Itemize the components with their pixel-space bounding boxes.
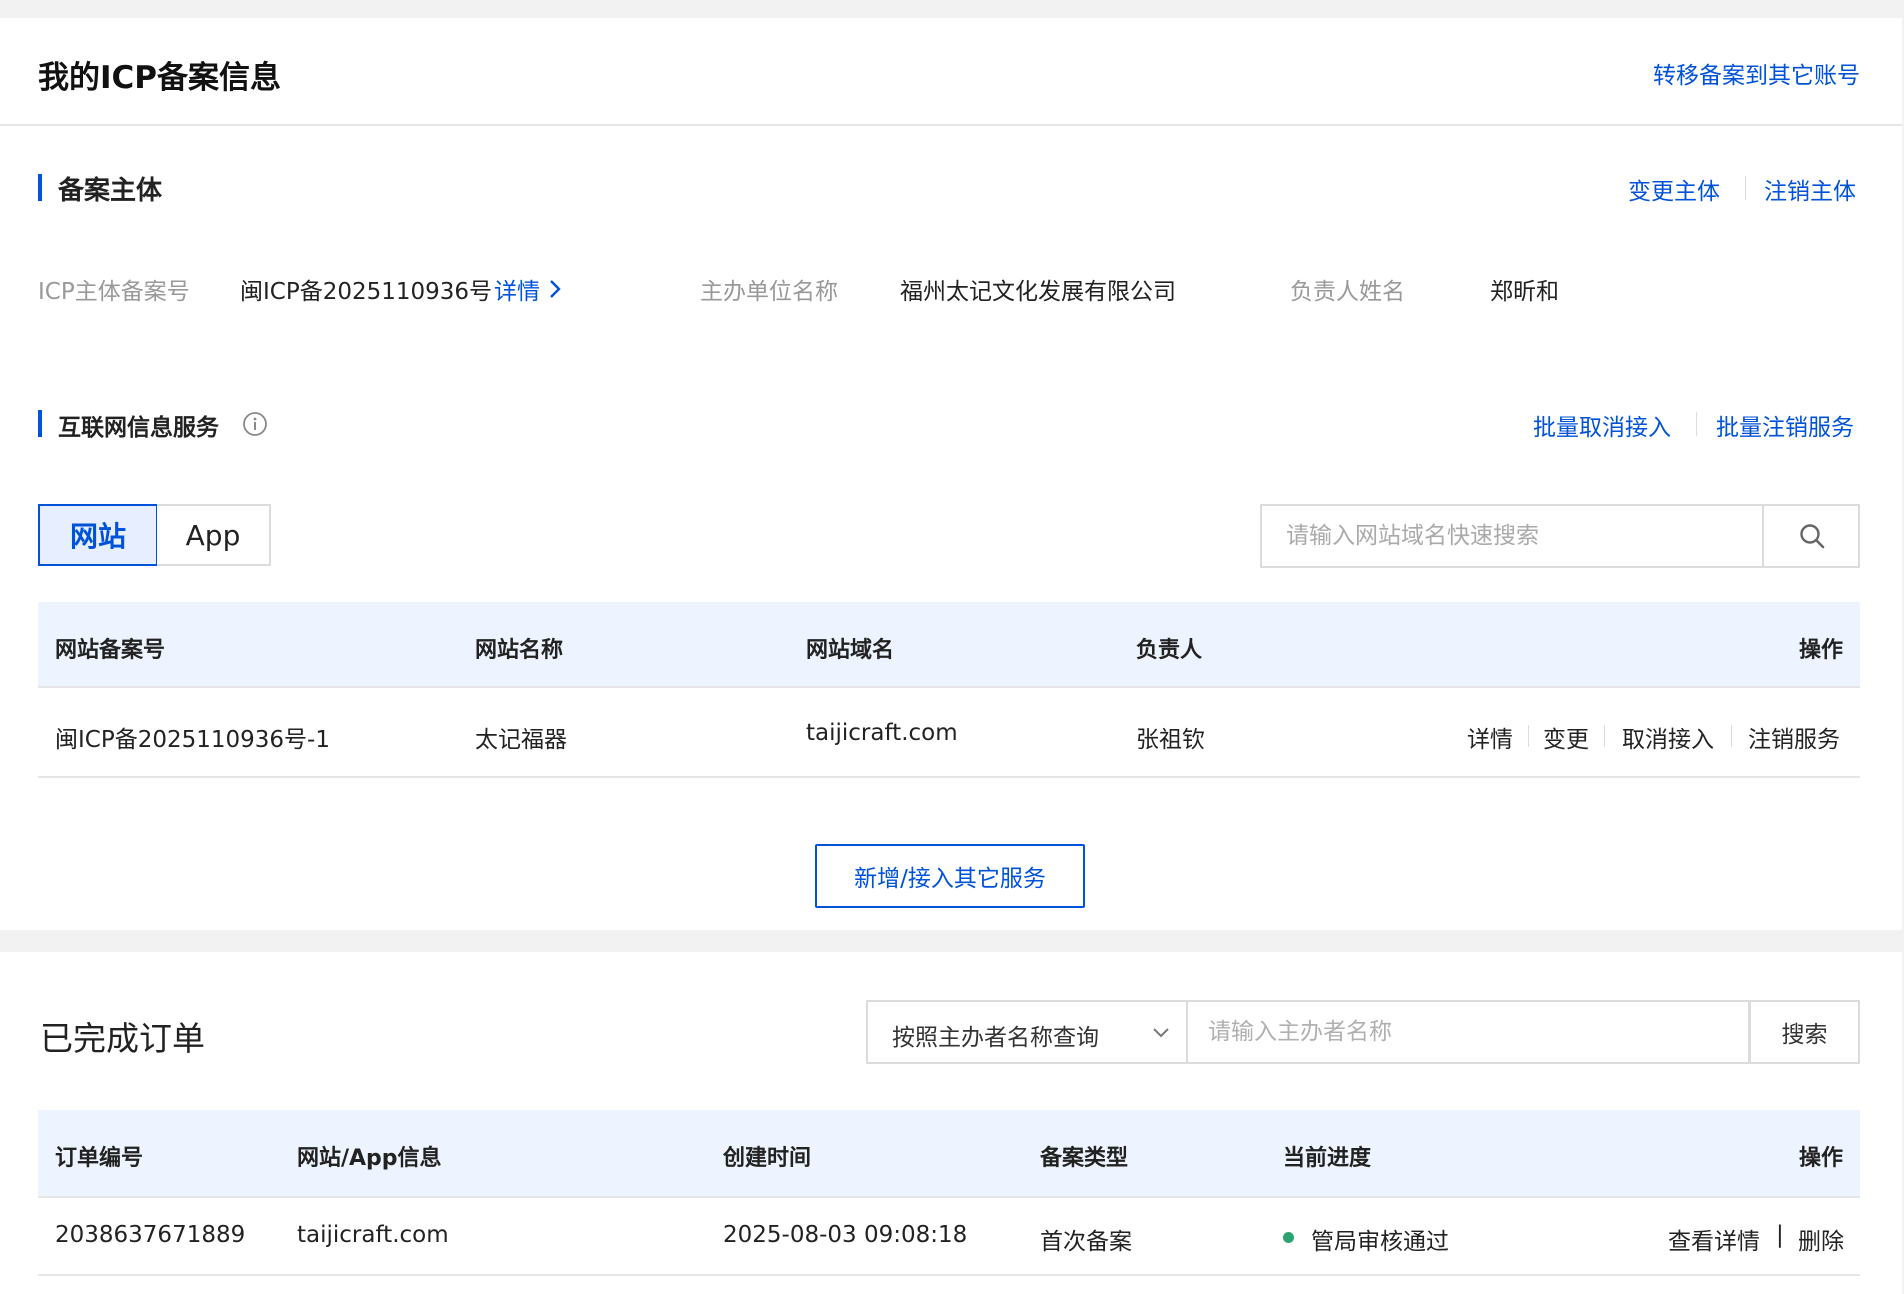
row-view-detail-link[interactable]: 查看详情 xyxy=(1668,1222,1760,1256)
header-divider xyxy=(0,124,1902,126)
op-separator xyxy=(1528,725,1529,747)
tab-app[interactable]: App xyxy=(157,504,271,566)
org-name-label: 主办单位名称 xyxy=(700,279,838,305)
domain-search-box xyxy=(1260,504,1860,568)
chevron-right-icon xyxy=(550,280,561,298)
op-separator xyxy=(1731,725,1732,747)
organizer-name-input[interactable] xyxy=(1186,1002,1748,1062)
table-divider xyxy=(38,1196,1860,1198)
th-order-ops: 操作 xyxy=(1798,1146,1843,1171)
order-filter-select[interactable]: 按照主办者名称查询 xyxy=(866,1000,1188,1064)
row-order-no: 2038637671889 xyxy=(55,1222,246,1248)
domain-search-button[interactable] xyxy=(1762,506,1860,566)
add-service-button[interactable]: 新增/接入其它服务 xyxy=(815,844,1085,908)
row-change-link[interactable]: 变更 xyxy=(1543,720,1589,754)
op-separator xyxy=(1604,725,1605,747)
batch-unlink-link[interactable]: 批量取消接入 xyxy=(1533,408,1671,442)
th-domain: 网站域名 xyxy=(806,638,895,663)
internet-service-title: 互联网信息服务 xyxy=(58,415,219,441)
th-created-time: 创建时间 xyxy=(723,1146,812,1171)
th-record-type: 备案类型 xyxy=(1040,1146,1129,1171)
organizer-name-field xyxy=(1186,1000,1750,1064)
transfer-record-link[interactable]: 转移备案到其它账号 xyxy=(1653,56,1860,90)
batch-cancel-service-link[interactable]: 批量注销服务 xyxy=(1716,408,1854,442)
section-marker xyxy=(38,174,42,201)
table-divider xyxy=(38,1274,1860,1276)
page-title: 我的ICP备案信息 xyxy=(38,60,282,96)
orders-table-header: 订单编号 网站/App信息 创建时间 备案类型 当前进度 操作 xyxy=(38,1110,1860,1196)
table-divider xyxy=(38,776,1860,778)
row-site-name: 太记福器 xyxy=(475,727,567,753)
row-record-no: 闽ICP备2025110936号-1 xyxy=(55,727,330,753)
change-subject-link[interactable]: 变更主体 xyxy=(1628,172,1720,206)
orders-title: 已完成订单 xyxy=(40,1019,205,1058)
th-order-no: 订单编号 xyxy=(55,1146,144,1171)
tab-website[interactable]: 网站 xyxy=(38,504,158,566)
subject-detail-link[interactable]: 详情 xyxy=(494,272,562,306)
subject-detail-label: 详情 xyxy=(494,279,540,305)
th-site-name: 网站名称 xyxy=(475,638,564,663)
search-icon xyxy=(1800,524,1825,549)
action-separator xyxy=(1745,176,1746,200)
cancel-subject-link[interactable]: 注销主体 xyxy=(1764,172,1856,206)
domain-search-input[interactable] xyxy=(1262,506,1762,566)
row-cancel-service-link[interactable]: 注销服务 xyxy=(1748,720,1840,754)
icp-number-value: 闽ICP备2025110936号 xyxy=(240,279,493,305)
row-delete-link[interactable]: 删除 xyxy=(1798,1222,1844,1256)
person-name-label: 负责人姓名 xyxy=(1290,279,1405,305)
th-record-no: 网站备案号 xyxy=(55,638,166,663)
op-separator: | xyxy=(1776,1222,1784,1248)
table-divider xyxy=(38,686,1860,688)
order-filter-select-label: 按照主办者名称查询 xyxy=(892,1025,1099,1051)
row-owner: 张祖钦 xyxy=(1136,727,1205,753)
icp-info-panel: 我的ICP备案信息 转移备案到其它账号 备案主体 变更主体 注销主体 ICP主体… xyxy=(0,18,1902,930)
icp-number-label: ICP主体备案号 xyxy=(38,279,190,305)
row-detail-link[interactable]: 详情 xyxy=(1467,720,1513,754)
subject-section-title: 备案主体 xyxy=(58,176,163,206)
row-site-app-info: taijicraft.com xyxy=(297,1222,449,1248)
info-circle-icon[interactable] xyxy=(242,411,268,437)
th-ops: 操作 xyxy=(1798,638,1843,663)
th-owner: 负责人 xyxy=(1136,638,1203,663)
th-site-app-info: 网站/App信息 xyxy=(297,1146,442,1171)
row-created-time: 2025-08-03 09:08:18 xyxy=(723,1222,968,1248)
section-marker xyxy=(38,410,42,437)
status-dot-icon xyxy=(1283,1232,1294,1243)
person-name-value: 郑昕和 xyxy=(1490,279,1559,305)
row-record-type: 首次备案 xyxy=(1040,1229,1132,1255)
chevron-down-icon xyxy=(1153,1028,1169,1038)
order-search-button[interactable]: 搜索 xyxy=(1749,1000,1860,1064)
org-name-value: 福州太记文化发展有限公司 xyxy=(900,279,1176,305)
website-table-header: 网站备案号 网站名称 网站域名 负责人 操作 xyxy=(38,602,1860,688)
action-separator xyxy=(1696,412,1697,436)
row-unlink-link[interactable]: 取消接入 xyxy=(1622,720,1714,754)
th-progress: 当前进度 xyxy=(1283,1146,1372,1171)
row-domain: taijicraft.com xyxy=(806,720,958,746)
row-progress-status: 管局审核通过 xyxy=(1311,1229,1449,1255)
